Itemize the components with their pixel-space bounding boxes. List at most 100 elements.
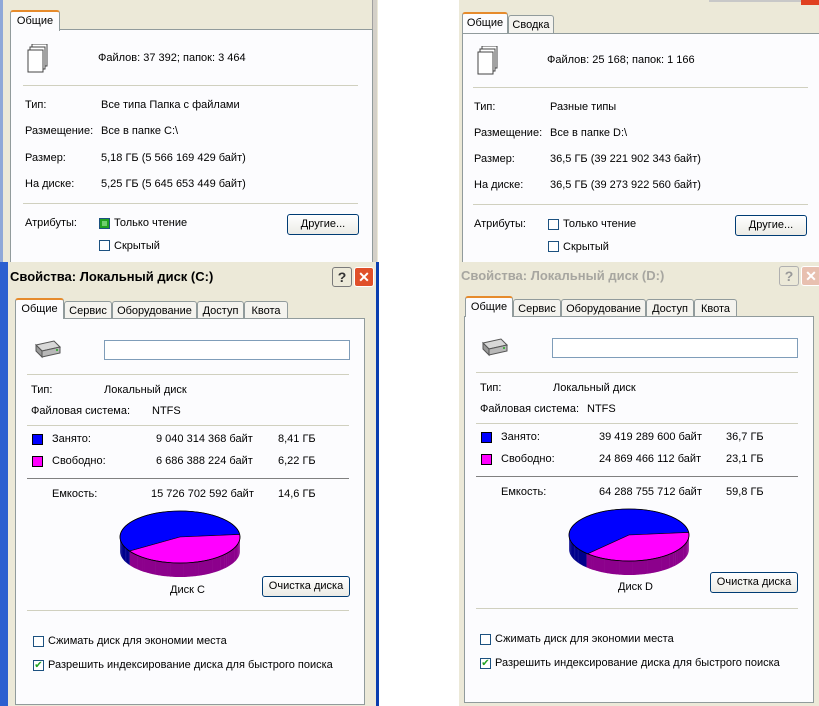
free-side (183, 562, 187, 577)
free-side (180, 562, 184, 577)
general-page: Тип: Локальный диск Файловая система: NT… (464, 316, 814, 703)
used-color-swatch (481, 432, 492, 443)
volume-name-input[interactable] (552, 338, 798, 358)
help-button[interactable]: ? (332, 267, 352, 287)
used-side (122, 545, 125, 561)
free-color-swatch (481, 454, 492, 465)
free-side (604, 558, 608, 574)
disk-cleanup-button[interactable]: Очистка диска (710, 572, 798, 593)
free-side (641, 560, 645, 575)
free-side (653, 558, 657, 573)
free-side (207, 559, 211, 575)
free-side (215, 557, 218, 573)
capacity-label: Емкость: (52, 488, 98, 500)
index-label: Разрешить индексирование диска для быстр… (495, 657, 780, 669)
size-value: 5,18 ГБ (5 566 169 429 байт) (101, 152, 246, 164)
used-side (582, 551, 585, 567)
used-side (578, 549, 581, 565)
free-side (673, 551, 676, 567)
disk-cleanup-button[interactable]: Очистка диска (262, 576, 350, 597)
hidden-label: Скрытый (563, 241, 609, 253)
used-side (577, 548, 579, 564)
tab-service[interactable]: Сервис (513, 299, 561, 317)
tab-sharing[interactable]: Доступ (197, 301, 244, 319)
used-side (121, 542, 123, 558)
free-side (231, 548, 234, 564)
file-system-value: NTFS (152, 405, 181, 417)
readonly-checkbox[interactable] (548, 219, 559, 230)
used-bytes: 39 419 289 600 байт (599, 431, 702, 443)
free-side (635, 560, 639, 575)
tab-hardware[interactable]: Оборудование (112, 301, 197, 319)
disk-label: Диск C (170, 584, 205, 596)
other-attributes-button[interactable]: Другие... (287, 214, 359, 235)
used-side (123, 546, 126, 562)
used-side (122, 543, 124, 560)
type-label: Тип: (25, 99, 47, 111)
used-gb: 8,41 ГБ (278, 433, 316, 445)
disk-d-properties-window: Свойства: Локальный диск (D:) ? ✕ Общие … (459, 262, 819, 706)
free-side (198, 561, 202, 576)
free-side (644, 559, 648, 575)
files-icon (27, 44, 48, 73)
file-system-label: Файловая система: (31, 405, 131, 417)
free-side (666, 554, 670, 570)
on-disk-label: На диске: (474, 179, 524, 191)
tab-general[interactable]: Общие (462, 12, 508, 33)
hidden-checkbox[interactable] (548, 241, 559, 252)
index-checkbox[interactable]: ✔ (33, 660, 44, 671)
divider (473, 87, 808, 88)
on-disk-value: 36,5 ГБ (39 273 922 560 байт) (550, 179, 701, 191)
used-gb: 36,7 ГБ (726, 431, 764, 443)
tab-sharing[interactable]: Доступ (646, 299, 694, 317)
general-page: Файлов: 37 392; папок: 3 464 Тип: Все ти… (10, 29, 373, 263)
free-bytes: 24 869 466 112 байт (599, 453, 702, 465)
free-side (195, 561, 199, 577)
compress-checkbox[interactable] (33, 636, 44, 647)
window-title: Свойства: Локальный диск (C:) (10, 269, 214, 284)
help-button[interactable]: ? (779, 266, 799, 286)
capacity-gb: 14,6 ГБ (278, 488, 316, 500)
tab-service[interactable]: Сервис (64, 301, 112, 319)
general-page: Тип: Локальный диск Файловая система: NT… (15, 318, 365, 705)
free-side (192, 562, 196, 577)
volume-name-input[interactable] (104, 340, 350, 360)
tab-quota[interactable]: Квота (244, 301, 288, 319)
free-side (224, 553, 227, 569)
index-checkbox[interactable]: ✔ (480, 658, 491, 669)
free-side (147, 558, 151, 574)
file-system-label: Файловая система: (480, 403, 580, 415)
tab-hardware[interactable]: Оборудование (561, 299, 646, 317)
other-attributes-button[interactable]: Другие... (735, 215, 807, 236)
close-button[interactable]: ✕ (354, 267, 374, 287)
free-side (679, 547, 682, 564)
readonly-checkbox[interactable] (99, 218, 110, 229)
free-side (230, 549, 233, 566)
tab-summary[interactable]: Сводка (508, 15, 554, 33)
location-label: Размещение: (474, 127, 543, 139)
size-value: 36,5 ГБ (39 221 902 343 байт) (550, 153, 701, 165)
tab-quota[interactable]: Квота (694, 299, 737, 317)
compress-checkbox[interactable] (480, 634, 491, 645)
free-side (155, 560, 159, 576)
hard-drive-icon (35, 340, 61, 359)
tab-general[interactable]: Общие (15, 298, 64, 319)
tab-general[interactable]: Общие (465, 296, 513, 317)
free-side (671, 552, 674, 568)
location-value: Все в папке D:\ (550, 127, 628, 139)
capacity-label: Емкость: (501, 486, 547, 498)
taskbar-strip (0, 262, 8, 706)
close-edge (801, 0, 819, 5)
files-folders-count: Файлов: 37 392; папок: 3 464 (98, 52, 246, 64)
free-side (591, 555, 594, 571)
hard-drive-icon (482, 338, 508, 357)
free-side (135, 554, 138, 570)
free-side (664, 555, 667, 571)
free-side (237, 543, 239, 560)
free-side (647, 559, 651, 574)
tab-general[interactable]: Общие (10, 10, 60, 31)
hidden-checkbox[interactable] (99, 240, 110, 251)
divider (476, 423, 798, 424)
free-side (234, 546, 237, 562)
close-button[interactable]: ✕ (801, 266, 819, 286)
